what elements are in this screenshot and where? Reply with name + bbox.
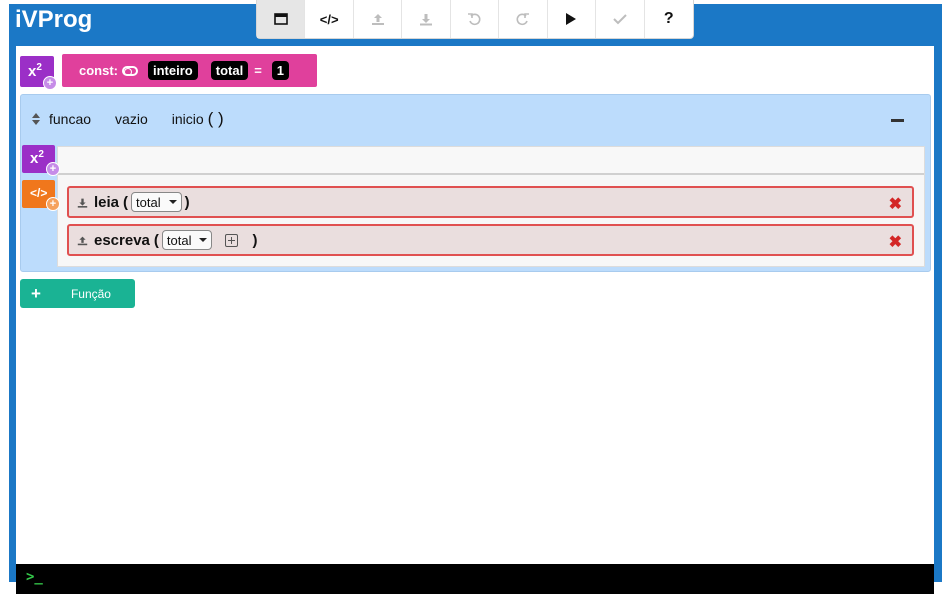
add-command-button[interactable]: </> +	[22, 180, 60, 211]
delete-icon[interactable]: ✖	[889, 194, 902, 214]
add-function-button[interactable]: + Função	[20, 279, 135, 308]
read-variable-select[interactable]: total	[131, 192, 182, 212]
global-constant[interactable]: const: inteiro total = 1	[62, 54, 317, 87]
upload-button[interactable]	[354, 0, 403, 38]
local-variables-area	[58, 147, 924, 175]
help-button[interactable]: ?	[645, 0, 693, 38]
collapse-icon[interactable]	[891, 119, 904, 122]
add-function-label: Função	[70, 286, 111, 301]
window-icon	[273, 13, 288, 25]
play-icon	[566, 13, 577, 25]
sort-handle-icon[interactable]	[31, 112, 41, 126]
plus-icon: +	[46, 197, 60, 211]
redo-icon	[516, 13, 529, 26]
delete-icon[interactable]: ✖	[889, 232, 902, 252]
console-panel[interactable]: >_	[16, 564, 934, 594]
caret-down-icon	[168, 200, 177, 204]
const-type[interactable]: inteiro	[148, 61, 198, 80]
function-name[interactable]: inicio	[172, 111, 204, 127]
run-button[interactable]	[548, 0, 597, 38]
equals-sign: =	[254, 63, 262, 78]
plus-icon: +	[46, 162, 60, 176]
upload-icon	[77, 236, 88, 245]
redo-button[interactable]	[499, 0, 548, 38]
code-mode-button[interactable]: </>	[305, 0, 354, 38]
const-value[interactable]: 1	[271, 61, 290, 80]
add-argument-icon[interactable]	[225, 233, 239, 247]
function-keyword: funcao	[49, 111, 92, 127]
variable-icon: x2	[28, 62, 42, 80]
const-label: const:	[79, 63, 118, 78]
download-button[interactable]	[402, 0, 451, 38]
add-global-variable-button[interactable]: x2 +	[20, 56, 57, 90]
write-variable-select[interactable]: total	[161, 230, 213, 250]
upload-icon	[371, 14, 384, 25]
undo-icon	[468, 13, 481, 26]
terminal-prompt-icon: >_	[26, 569, 43, 585]
app-title: iVProg	[15, 6, 93, 33]
download-icon	[420, 14, 433, 26]
caret-down-icon	[199, 238, 208, 242]
function-params[interactable]: ( )	[208, 109, 224, 129]
toggle-icon[interactable]	[122, 65, 138, 76]
write-keyword: escreva	[94, 231, 150, 249]
read-keyword: leia	[94, 193, 120, 211]
function-return-type[interactable]: vazio	[115, 111, 148, 127]
download-icon	[77, 198, 88, 208]
const-name[interactable]: total	[210, 61, 249, 80]
add-local-variable-button[interactable]: x2 +	[22, 145, 60, 176]
read-command[interactable]: leia ( total ) ✖	[67, 186, 914, 218]
plus-icon: +	[43, 76, 57, 90]
check-button[interactable]	[596, 0, 645, 38]
write-command[interactable]: escreva ( total ) ✖	[67, 224, 914, 256]
help-icon: ?	[663, 10, 674, 27]
code-icon: </>	[319, 11, 339, 27]
visual-mode-button[interactable]	[257, 0, 306, 38]
check-icon	[613, 14, 627, 25]
plus-icon: +	[31, 283, 41, 303]
variable-icon: x2	[30, 149, 44, 167]
undo-button[interactable]	[451, 0, 500, 38]
function-header: funcao vazio inicio ( )	[31, 109, 224, 129]
main-toolbar: </> ?	[256, 0, 694, 39]
code-icon: </>	[30, 186, 48, 200]
